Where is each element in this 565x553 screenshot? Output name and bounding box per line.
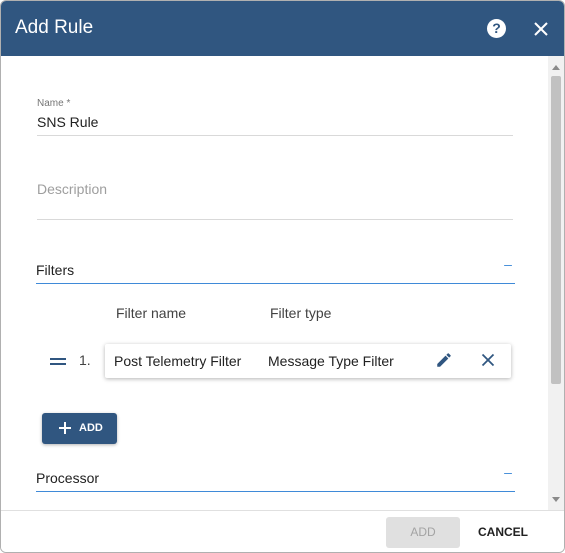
name-input[interactable]: SNS Rule [37, 114, 513, 130]
dialog-footer: ADD CANCEL [1, 510, 564, 552]
filters-section-header[interactable]: Filters – [36, 256, 515, 284]
filter-row: Post Telemetry Filter Message Type Filte… [105, 344, 511, 378]
add-filter-label: ADD [79, 422, 103, 434]
name-label: Name * [37, 98, 71, 109]
filters-section-title: Filters [36, 262, 75, 278]
filters-collapse-button[interactable]: – [501, 256, 515, 278]
filter-name: Post Telemetry Filter [114, 353, 242, 369]
cancel-button[interactable]: CANCEL [469, 517, 537, 548]
description-field[interactable]: Description [37, 181, 513, 220]
scroll-down-arrow-icon[interactable] [552, 497, 560, 502]
description-input[interactable]: Description [37, 181, 513, 197]
pencil-icon[interactable] [435, 351, 453, 369]
close-icon[interactable] [532, 20, 550, 38]
column-header-filter-name: Filter name [116, 305, 187, 321]
processor-section-title: Processor [36, 470, 100, 486]
processor-section-header[interactable]: Processor – [36, 464, 515, 492]
add-filter-button[interactable]: ADD [42, 413, 117, 444]
vertical-scrollbar[interactable] [548, 56, 564, 510]
name-field[interactable]: Name * SNS Rule [37, 98, 513, 136]
processor-collapse-button[interactable]: – [501, 464, 515, 486]
drag-handle-icon[interactable] [50, 358, 66, 366]
add-rule-button[interactable]: ADD [386, 517, 460, 548]
scroll-thumb[interactable] [551, 76, 561, 384]
add-rule-dialog: Add Rule ? Name * SNS Rule Description F… [0, 0, 565, 553]
help-icon[interactable]: ? [487, 19, 506, 38]
filter-type: Message Type Filter [268, 353, 394, 369]
dialog-title: Add Rule [15, 17, 94, 38]
column-header-filter-type: Filter type [270, 305, 332, 321]
dialog-header: Add Rule ? [1, 1, 564, 56]
filter-row-index: 1. [79, 352, 91, 368]
plus-icon [59, 422, 71, 434]
dialog-content: Name * SNS Rule Description Filters – Fi… [1, 56, 548, 510]
close-icon[interactable] [481, 353, 495, 367]
scroll-up-arrow-icon[interactable] [552, 65, 560, 70]
